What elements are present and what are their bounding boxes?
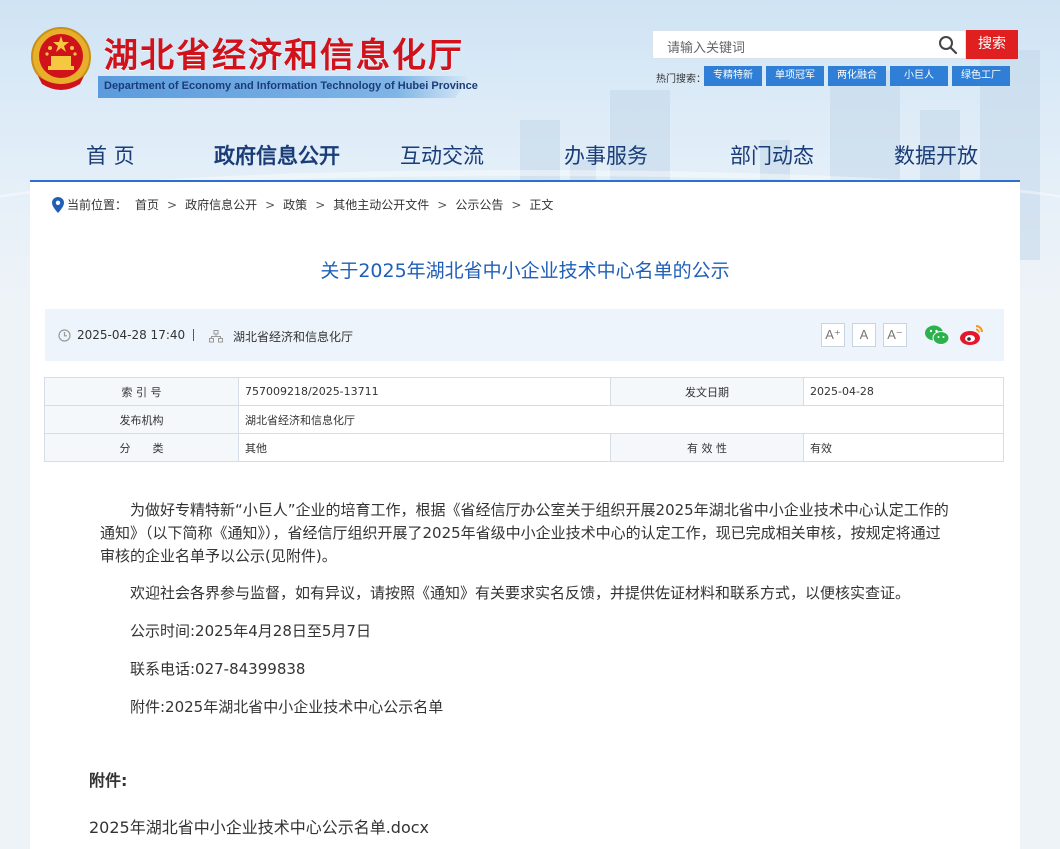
breadcrumb-separator: > — [315, 197, 326, 212]
body-paragraph: 为做好专精特新“小巨人”企业的培育工作，根据《省经信厅办公室关于组织开展2025… — [100, 501, 949, 565]
breadcrumb-link[interactable]: 公示公告 — [455, 196, 503, 213]
breadcrumb-prefix: 当前位置： — [67, 198, 128, 212]
breadcrumb-link[interactable]: 政府信息公开 — [185, 196, 257, 213]
article-date: 2025-04-28 17:40 — [58, 328, 185, 342]
body-paragraph: 联系电话:027-84399838 — [130, 660, 306, 678]
issue-date-label: 发文日期 — [610, 377, 804, 406]
article-title: 关于2025年湖北省中小企业技术中心名单的公示 — [320, 260, 730, 282]
location-pin-icon — [52, 196, 64, 213]
category-label: 分 类 — [44, 433, 239, 462]
body-paragraph: 欢迎社会各界参与监督，如有异议，请按照《通知》有关要求实名反馈，并提供佐证材料和… — [130, 584, 911, 602]
issue-date-value: 2025-04-28 — [803, 377, 1004, 406]
article-source: 湖北省经济和信息化厅 — [209, 328, 353, 345]
breadcrumb-separator: > — [167, 197, 178, 212]
wechat-share-icon[interactable] — [924, 323, 950, 347]
meta-divider — [193, 329, 194, 341]
hot-search-label: 热门搜索： — [656, 74, 706, 85]
main-nav: 首 页 政府信息公开 互动交流 办事服务 部门动态 数据开放 — [30, 140, 1020, 180]
breadcrumb-link[interactable]: 政策 — [283, 196, 307, 213]
org-icon — [209, 330, 223, 343]
validity-label: 有 效 性 — [610, 433, 804, 462]
breadcrumb-link[interactable]: 首页 — [135, 196, 159, 213]
search-icon[interactable] — [938, 35, 958, 55]
breadcrumb-separator: > — [437, 197, 448, 212]
site-subtitle: Department of Economy and Information Te… — [104, 80, 478, 92]
nav-item-services[interactable]: 办事服务 — [564, 140, 648, 170]
table-row: 发布机构 湖北省经济和信息化厅 — [44, 405, 1004, 434]
hot-tag[interactable]: 绿色工厂 — [952, 66, 1010, 86]
attachment-heading: 附件: — [89, 771, 128, 790]
document-info-table: 索 引 号 757009218/2025-13711 发文日期 2025-04-… — [44, 377, 1004, 462]
index-label: 索 引 号 — [44, 377, 239, 406]
breadcrumb-separator: > — [511, 197, 522, 212]
category-value: 其他 — [238, 433, 611, 462]
hot-tag[interactable]: 小巨人 — [890, 66, 948, 86]
breadcrumb-current: 正文 — [529, 198, 554, 212]
hot-tag[interactable]: 专精特新 — [704, 66, 762, 86]
nav-item-interaction[interactable]: 互动交流 — [400, 140, 484, 170]
breadcrumb-link[interactable]: 其他主动公开文件 — [333, 196, 429, 213]
article-source-text: 湖北省经济和信息化厅 — [233, 330, 354, 344]
nav-item-news[interactable]: 部门动态 — [730, 140, 814, 170]
font-size-small-button[interactable]: A⁻ — [883, 323, 907, 347]
search-input[interactable]: 请输入关键词 — [652, 30, 966, 59]
site-title[interactable]: 湖北省经济和信息化厅 — [104, 28, 464, 77]
validity-value: 有效 — [803, 433, 1004, 462]
font-size-large-button[interactable]: A⁺ — [821, 323, 845, 347]
article-body: 为做好专精特新“小巨人”企业的培育工作，根据《省经信厅办公室关于组织开展2025… — [100, 499, 950, 719]
nav-item-gov-info[interactable]: 政府信息公开 — [214, 140, 340, 170]
hot-search-tags: 专精特新 单项冠军 两化融合 小巨人 绿色工厂 — [704, 66, 1010, 86]
font-size-medium-button[interactable]: A — [852, 323, 876, 347]
body-paragraph: 公示时间:2025年4月28日至5月7日 — [130, 622, 371, 640]
article-date-text: 2025-04-28 17:40 — [77, 328, 186, 342]
body-paragraph: 附件:2025年湖北省中小企业技术中心公示名单 — [130, 698, 444, 716]
search-button[interactable]: 搜索 — [966, 30, 1018, 59]
hot-tag[interactable]: 单项冠军 — [766, 66, 824, 86]
clock-icon — [58, 328, 71, 342]
nav-item-open-data[interactable]: 数据开放 — [894, 140, 978, 170]
attachment-link[interactable]: 2025年湖北省中小企业技术中心公示名单.docx — [89, 814, 429, 838]
publisher-value: 湖北省经济和信息化厅 — [238, 405, 1004, 434]
breadcrumb: 当前位置： 首页 > 政府信息公开 > 政策 > 其他主动公开文件 > 公示公告… — [52, 196, 553, 213]
index-value: 757009218/2025-13711 — [238, 377, 611, 406]
weibo-share-icon[interactable] — [959, 323, 985, 347]
nav-item-home[interactable]: 首 页 — [86, 140, 135, 170]
breadcrumb-separator: > — [265, 197, 276, 212]
table-row: 索 引 号 757009218/2025-13711 发文日期 2025-04-… — [44, 377, 1004, 406]
publisher-label: 发布机构 — [44, 405, 239, 434]
hot-tag[interactable]: 两化融合 — [828, 66, 886, 86]
table-row: 分 类 其他 有 效 性 有效 — [44, 433, 1004, 462]
national-emblem-icon — [31, 27, 91, 90]
